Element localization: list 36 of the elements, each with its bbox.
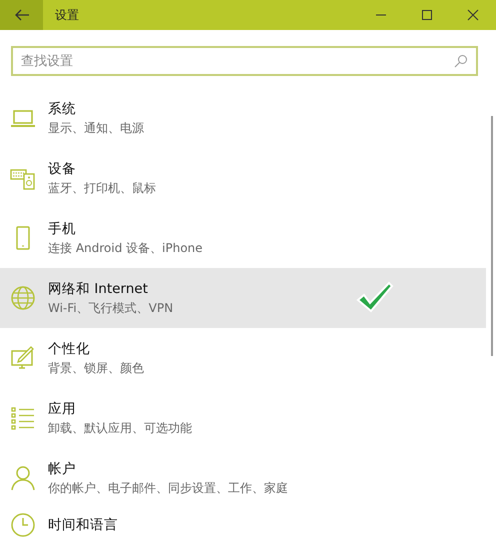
settings-item[interactable]: 帐户 你的帐户、电子邮件、同步设置、工作、家庭 <box>0 448 486 508</box>
check-icon <box>354 280 394 314</box>
settings-item[interactable]: 手机 连接 Android 设备、iPhone <box>0 208 486 268</box>
item-title: 手机 <box>48 220 77 238</box>
settings-item[interactable]: 个性化 背景、锁屏、颜色 <box>0 328 486 388</box>
item-description: 背景、锁屏、颜色 <box>48 360 144 376</box>
item-description: 连接 Android 设备、iPhone <box>48 240 203 256</box>
item-title: 系统 <box>48 100 77 118</box>
maximize-icon <box>421 9 433 21</box>
window-title: 设置 <box>55 6 80 24</box>
monitor-brush-icon <box>10 345 36 371</box>
list-icon <box>10 405 36 431</box>
item-title: 帐户 <box>48 460 77 478</box>
item-title: 时间和语言 <box>48 516 118 534</box>
item-description: 蓝牙、打印机、鼠标 <box>48 180 156 196</box>
item-description: Wi-Fi、飞行模式、VPN <box>48 300 174 316</box>
settings-item[interactable]: 系统 显示、通知、电源 <box>0 88 486 148</box>
back-arrow-icon <box>14 9 30 21</box>
settings-item[interactable]: 设备 蓝牙、打印机、鼠标 <box>0 148 486 208</box>
item-title: 设备 <box>48 160 77 178</box>
item-title: 个性化 <box>48 340 91 358</box>
item-title: 网络和 Internet <box>48 280 149 298</box>
item-description: 显示、通知、电源 <box>48 120 144 136</box>
search-field[interactable]: 查找设置 <box>11 46 478 76</box>
item-description: 卸载、默认应用、可选功能 <box>48 420 192 436</box>
person-icon <box>10 465 36 491</box>
settings-item[interactable]: 时间和语言 <box>0 508 486 538</box>
item-description: 你的帐户、电子邮件、同步设置、工作、家庭 <box>48 480 288 496</box>
item-title: 应用 <box>48 400 77 418</box>
settings-item[interactable]: 网络和 Internet Wi-Fi、飞行模式、VPN <box>0 268 486 328</box>
back-button[interactable] <box>0 0 43 30</box>
settings-item[interactable]: 应用 卸载、默认应用、可选功能 <box>0 388 486 448</box>
search-icon <box>454 54 468 68</box>
close-icon <box>467 9 479 21</box>
clock-icon <box>10 512 36 538</box>
globe-icon <box>10 285 36 311</box>
